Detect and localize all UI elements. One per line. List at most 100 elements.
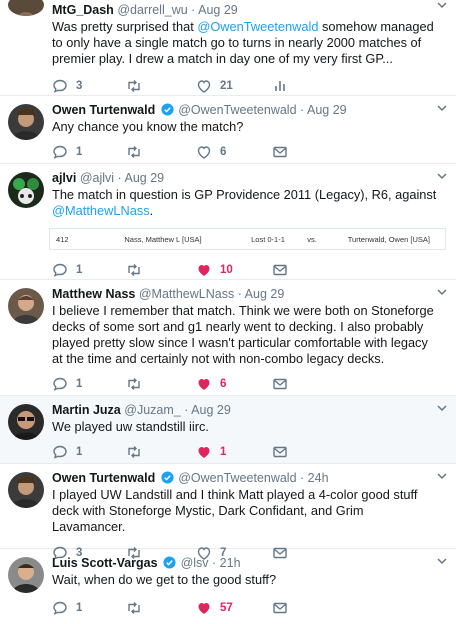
- match-result-image[interactable]: 412 Nass, Matthew L [USA] Lost 0-1-1 vs.…: [49, 228, 446, 250]
- direct-message-button[interactable]: [272, 144, 288, 160]
- reply-icon: [53, 79, 67, 93]
- avatar[interactable]: [8, 472, 44, 508]
- user-handle[interactable]: @lsv: [181, 556, 209, 570]
- match-player-one: Nass, Matthew L [USA]: [124, 234, 202, 244]
- timestamp[interactable]: Aug 29: [245, 287, 285, 301]
- reply-button[interactable]: 1: [52, 262, 126, 278]
- avatar[interactable]: [8, 104, 44, 140]
- chevron-down-icon[interactable]: [436, 102, 448, 114]
- retweet-button[interactable]: [126, 262, 196, 278]
- display-name[interactable]: Owen Turtenwald: [52, 471, 155, 485]
- tweet[interactable]: Owen Turtenwald @OwenTweetenwald · Aug 2…: [0, 96, 456, 164]
- verified-badge-icon: [161, 103, 174, 116]
- reply-icon: [53, 445, 67, 459]
- like-button[interactable]: 21: [196, 78, 272, 94]
- timestamp[interactable]: Aug 29: [307, 103, 347, 117]
- reply-button[interactable]: 1: [52, 600, 126, 616]
- chevron-down-icon[interactable]: [436, 0, 448, 11]
- tweet[interactable]: ajlvi @ajlvi · Aug 29 The match in quest…: [0, 164, 456, 280]
- mail-icon: [273, 378, 287, 390]
- direct-message-button[interactable]: [272, 444, 288, 460]
- tweet[interactable]: Martin Juza @Juzam_ · Aug 29 We played u…: [0, 396, 456, 464]
- match-result: Lost 0-1-1: [251, 234, 285, 244]
- user-handle[interactable]: @ajlvi: [80, 171, 114, 185]
- tweet-text: Any chance you know the match?: [52, 119, 244, 134]
- timestamp[interactable]: 24h: [308, 471, 329, 485]
- tweet-text-part: The match in question is GP Providence 2…: [52, 187, 437, 202]
- user-handle[interactable]: @darrell_wu: [117, 3, 187, 17]
- direct-message-button[interactable]: [272, 376, 288, 392]
- retweet-button[interactable]: [126, 376, 196, 392]
- display-name[interactable]: Luis Scott-Vargas: [52, 556, 158, 570]
- chevron-down-icon[interactable]: [436, 402, 448, 414]
- like-count: 6: [220, 378, 227, 390]
- analytics-button[interactable]: [272, 78, 288, 94]
- display-name[interactable]: MtG_Dash: [52, 3, 114, 17]
- retweet-button[interactable]: [126, 144, 196, 160]
- tweet-header: Luis Scott-Vargas @lsv · 21h: [52, 555, 446, 571]
- tweet-header: Martin Juza @Juzam_ · Aug 29: [52, 402, 446, 418]
- mention-link[interactable]: @OwenTweetenwald: [197, 19, 318, 34]
- display-name[interactable]: Matthew Nass: [52, 287, 135, 301]
- verified-badge-icon: [163, 556, 176, 569]
- reply-button[interactable]: 1: [52, 444, 126, 460]
- like-button[interactable]: 6: [196, 376, 272, 392]
- retweet-icon: [128, 602, 140, 614]
- user-handle[interactable]: @MatthewLNass: [139, 287, 234, 301]
- user-handle[interactable]: @Juzam_: [124, 403, 180, 417]
- avatar[interactable]: [8, 404, 44, 440]
- avatar[interactable]: [8, 172, 44, 208]
- separator-dot: ·: [212, 556, 217, 570]
- display-name[interactable]: Martin Juza: [52, 403, 121, 417]
- retweet-icon: [128, 264, 140, 276]
- direct-message-button[interactable]: [272, 600, 288, 616]
- retweet-button[interactable]: [126, 78, 196, 94]
- display-name[interactable]: Owen Turtenwald: [52, 103, 155, 117]
- timestamp[interactable]: Aug 29: [191, 403, 231, 417]
- tweet[interactable]: Owen Turtenwald @OwenTweetenwald · 24h I…: [0, 464, 456, 560]
- direct-message-button[interactable]: [272, 262, 288, 278]
- chevron-down-icon[interactable]: [436, 470, 448, 482]
- tweet-actions: 1 57: [52, 593, 446, 623]
- tweet-header: Owen Turtenwald @OwenTweetenwald · Aug 2…: [52, 102, 446, 118]
- tweet-text: I believe I remember that match. Think w…: [52, 303, 434, 366]
- separator-dot: ·: [300, 103, 305, 117]
- tweet[interactable]: Matthew Nass @MatthewLNass · Aug 29 I be…: [0, 280, 456, 396]
- avatar[interactable]: [8, 557, 44, 593]
- reply-count: 1: [76, 146, 83, 158]
- mail-icon: [273, 146, 287, 158]
- reply-count: 3: [76, 80, 83, 92]
- user-handle[interactable]: @OwenTweetenwald: [178, 471, 296, 485]
- chevron-down-icon[interactable]: [436, 170, 448, 182]
- retweet-icon: [128, 378, 140, 390]
- like-button[interactable]: 6: [196, 144, 272, 160]
- timestamp[interactable]: Aug 29: [125, 171, 165, 185]
- separator-dot: ·: [300, 471, 305, 485]
- conversation-thread: MtG_Dash @darrell_wu · Aug 29 Was pretty…: [0, 0, 456, 624]
- chevron-down-icon[interactable]: [436, 555, 448, 567]
- user-handle[interactable]: @OwenTweetenwald: [178, 103, 296, 117]
- mention-link[interactable]: @MatthewLNass: [52, 203, 150, 218]
- reply-button[interactable]: 3: [52, 78, 126, 94]
- chevron-down-icon[interactable]: [436, 286, 448, 298]
- like-button[interactable]: 57: [196, 600, 272, 616]
- tweet-text: The match in question is GP Providence 2…: [52, 187, 446, 219]
- tweet[interactable]: MtG_Dash @darrell_wu · Aug 29 Was pretty…: [0, 0, 456, 96]
- avatar[interactable]: [8, 0, 44, 16]
- reply-button[interactable]: 1: [52, 144, 126, 160]
- like-button[interactable]: 10: [196, 262, 272, 278]
- reply-icon: [53, 601, 67, 615]
- reply-count: 1: [76, 264, 83, 276]
- like-count: 1: [220, 446, 227, 458]
- mail-icon: [273, 264, 287, 276]
- tweet-header: MtG_Dash @darrell_wu · Aug 29: [52, 2, 446, 18]
- like-button[interactable]: 1: [196, 444, 272, 460]
- retweet-button[interactable]: [126, 600, 196, 616]
- avatar[interactable]: [8, 288, 44, 324]
- timestamp[interactable]: 21h: [220, 556, 241, 570]
- retweet-button[interactable]: [126, 444, 196, 460]
- timestamp[interactable]: Aug 29: [198, 3, 238, 17]
- display-name[interactable]: ajlvi: [52, 171, 76, 185]
- reply-button[interactable]: 1: [52, 376, 126, 392]
- tweet[interactable]: Luis Scott-Vargas @lsv · 21h Wait, when …: [0, 549, 456, 624]
